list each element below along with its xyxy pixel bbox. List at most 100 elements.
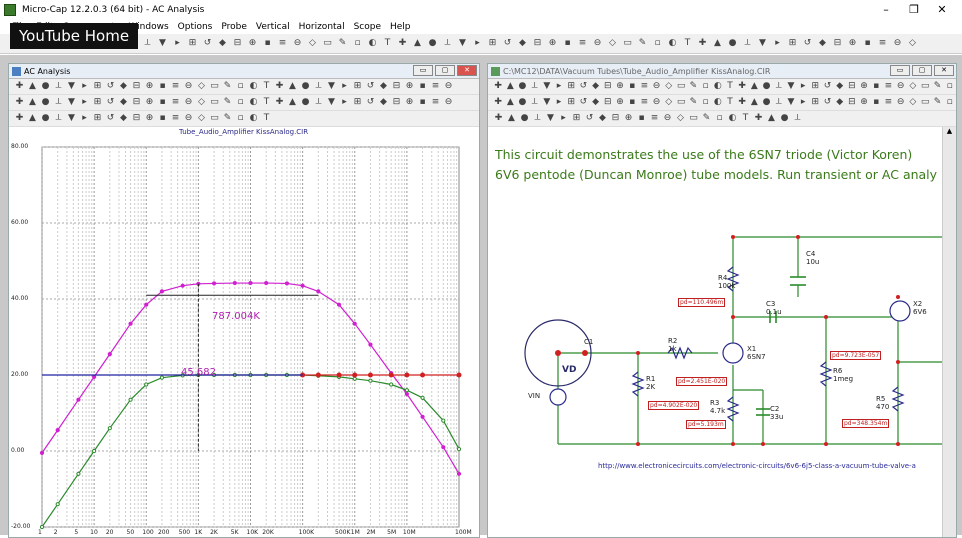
sch2-tool-20-icon[interactable]: T — [726, 98, 734, 107]
sch1-tool-35-icon[interactable]: ◇ — [909, 82, 917, 91]
sch1-tool-8-icon[interactable]: ↺ — [579, 82, 588, 91]
ac1-tool-9-icon[interactable]: ◆ — [119, 82, 128, 91]
ac2-tool-17-icon[interactable]: ✎ — [223, 98, 232, 107]
main-tool-29-icon[interactable]: ▪ — [563, 39, 572, 48]
sch3-tool-15-icon[interactable]: ◇ — [676, 114, 685, 123]
main-tool-12-icon[interactable]: ◇ — [308, 39, 317, 48]
component-r6[interactable]: R6 1meg — [833, 367, 853, 383]
ac1-tool-24-icon[interactable]: ⟂ — [314, 82, 323, 91]
sch2-tool-9-icon[interactable]: ◆ — [592, 98, 600, 107]
main-tool-38-icon[interactable]: ✚ — [698, 39, 707, 48]
main-tool-36-icon[interactable]: ◐ — [668, 39, 677, 48]
sch1-tool-19-icon[interactable]: ◐ — [714, 82, 722, 91]
ac2-tool-30-icon[interactable]: ⊟ — [392, 98, 401, 107]
ac1-tool-22-icon[interactable]: ▲ — [288, 82, 297, 91]
ac2-tool-14-icon[interactable]: ⊖ — [184, 98, 193, 107]
main-tool-23-icon[interactable]: ▸ — [473, 39, 482, 48]
ac3-tool-17-icon[interactable]: ✎ — [223, 114, 232, 123]
ac1-tool-15-icon[interactable]: ◇ — [197, 82, 206, 91]
main-tool-20-icon[interactable]: ● — [428, 39, 437, 48]
sch2-tool-38-icon[interactable]: ▫ — [946, 98, 954, 107]
sch2-tool-12-icon[interactable]: ▪ — [628, 98, 636, 107]
main-tool-24-icon[interactable]: ⊞ — [488, 39, 497, 48]
sch1-tool-29-icon[interactable]: ◆ — [836, 82, 844, 91]
sch1-tool-20-icon[interactable]: T — [726, 82, 734, 91]
ac-maximize-button[interactable]: ▢ — [435, 65, 455, 76]
main-tool-50-icon[interactable]: ≡ — [878, 39, 887, 48]
sch1-tool-1-icon[interactable]: ✚ — [494, 82, 502, 91]
main-tool-51-icon[interactable]: ⊖ — [893, 39, 902, 48]
ac2-tool-20-icon[interactable]: T — [262, 98, 271, 107]
sch1-tool-25-icon[interactable]: ▼ — [787, 82, 795, 91]
main-tool-14-icon[interactable]: ✎ — [338, 39, 347, 48]
sch1-tool-13-icon[interactable]: ≡ — [640, 82, 649, 91]
sch2-tool-2-icon[interactable]: ▲ — [506, 98, 514, 107]
sch3-tool-10-icon[interactable]: ⊟ — [611, 114, 620, 123]
ac3-tool-2-icon[interactable]: ▲ — [28, 114, 37, 123]
sch1-tool-32-icon[interactable]: ▪ — [872, 82, 880, 91]
component-c2[interactable]: C2 33u — [770, 405, 783, 421]
main-tool-52-icon[interactable]: ◇ — [908, 39, 917, 48]
sch1-tool-14-icon[interactable]: ⊖ — [652, 82, 661, 91]
menu-vertical[interactable]: Vertical — [256, 22, 290, 32]
menu-help[interactable]: Help — [390, 22, 411, 32]
main-tool-41-icon[interactable]: ⟂ — [743, 39, 752, 48]
youtube-home-overlay[interactable]: YouTube Home — [10, 23, 139, 49]
ac2-tool-31-icon[interactable]: ⊕ — [405, 98, 414, 107]
sch1-tool-5-icon[interactable]: ▼ — [543, 82, 551, 91]
sch2-tool-15-icon[interactable]: ◇ — [665, 98, 673, 107]
main-tool-40-icon[interactable]: ● — [728, 39, 737, 48]
sch2-tool-3-icon[interactable]: ● — [518, 98, 527, 107]
main-tool-39-icon[interactable]: ▲ — [713, 39, 722, 48]
ac1-tool-33-icon[interactable]: ≡ — [431, 82, 440, 91]
ac-close-button[interactable]: ✕ — [457, 65, 477, 76]
main-tool-7-icon[interactable]: ⊟ — [233, 39, 242, 48]
ac1-tool-19-icon[interactable]: ◐ — [249, 82, 258, 91]
sch2-tool-18-icon[interactable]: ▫ — [702, 98, 710, 107]
sch3-tool-19-icon[interactable]: ◐ — [728, 114, 737, 123]
sch3-tool-20-icon[interactable]: T — [741, 114, 750, 123]
sch2-tool-10-icon[interactable]: ⊟ — [604, 98, 612, 107]
main-tool-25-icon[interactable]: ↺ — [503, 39, 512, 48]
main-tool-21-icon[interactable]: ⟂ — [443, 39, 452, 48]
main-tool-17-icon[interactable]: T — [383, 39, 392, 48]
sch1-tool-3-icon[interactable]: ● — [518, 82, 527, 91]
sch2-tool-4-icon[interactable]: ⟂ — [531, 98, 539, 107]
ac2-tool-11-icon[interactable]: ⊕ — [145, 98, 154, 107]
sch3-tool-23-icon[interactable]: ● — [780, 114, 789, 123]
ac1-tool-23-icon[interactable]: ● — [301, 82, 310, 91]
sch3-tool-5-icon[interactable]: ▼ — [546, 114, 555, 123]
ac2-tool-1-icon[interactable]: ✚ — [15, 98, 24, 107]
ac2-tool-9-icon[interactable]: ◆ — [119, 98, 128, 107]
sch2-tool-17-icon[interactable]: ✎ — [689, 98, 698, 107]
ac2-tool-2-icon[interactable]: ▲ — [28, 98, 37, 107]
ac3-tool-18-icon[interactable]: ▫ — [236, 114, 245, 123]
sch2-tool-13-icon[interactable]: ≡ — [640, 98, 649, 107]
main-tool-5-icon[interactable]: ↺ — [203, 39, 212, 48]
sch3-tool-3-icon[interactable]: ● — [520, 114, 529, 123]
restore-button[interactable]: ❐ — [900, 0, 928, 20]
ac1-tool-16-icon[interactable]: ▭ — [210, 82, 219, 91]
ac1-tool-11-icon[interactable]: ⊕ — [145, 82, 154, 91]
sch2-tool-27-icon[interactable]: ⊞ — [811, 98, 820, 107]
ac2-tool-12-icon[interactable]: ▪ — [158, 98, 167, 107]
main-tool-3-icon[interactable]: ▸ — [173, 39, 182, 48]
main-tool-45-icon[interactable]: ↺ — [803, 39, 812, 48]
ac2-tool-18-icon[interactable]: ▫ — [236, 98, 245, 107]
sch2-tool-35-icon[interactable]: ◇ — [909, 98, 917, 107]
ac1-tool-29-icon[interactable]: ◆ — [379, 82, 388, 91]
ac3-tool-12-icon[interactable]: ▪ — [158, 114, 167, 123]
ac1-tool-27-icon[interactable]: ⊞ — [353, 82, 362, 91]
sch1-tool-34-icon[interactable]: ⊖ — [897, 82, 905, 91]
main-tool-19-icon[interactable]: ▲ — [413, 39, 422, 48]
component-r1[interactable]: R1 2K — [646, 375, 655, 391]
ac2-tool-10-icon[interactable]: ⊟ — [132, 98, 141, 107]
sch-minimize-button[interactable]: ▭ — [890, 65, 910, 76]
ac3-tool-19-icon[interactable]: ◐ — [249, 114, 258, 123]
main-tool-27-icon[interactable]: ⊟ — [533, 39, 542, 48]
main-tool-6-icon[interactable]: ◆ — [218, 39, 227, 48]
ac1-tool-20-icon[interactable]: T — [262, 82, 271, 91]
sch3-tool-1-icon[interactable]: ✚ — [494, 114, 503, 123]
main-tool-18-icon[interactable]: ✚ — [398, 39, 407, 48]
ac2-tool-15-icon[interactable]: ◇ — [197, 98, 206, 107]
